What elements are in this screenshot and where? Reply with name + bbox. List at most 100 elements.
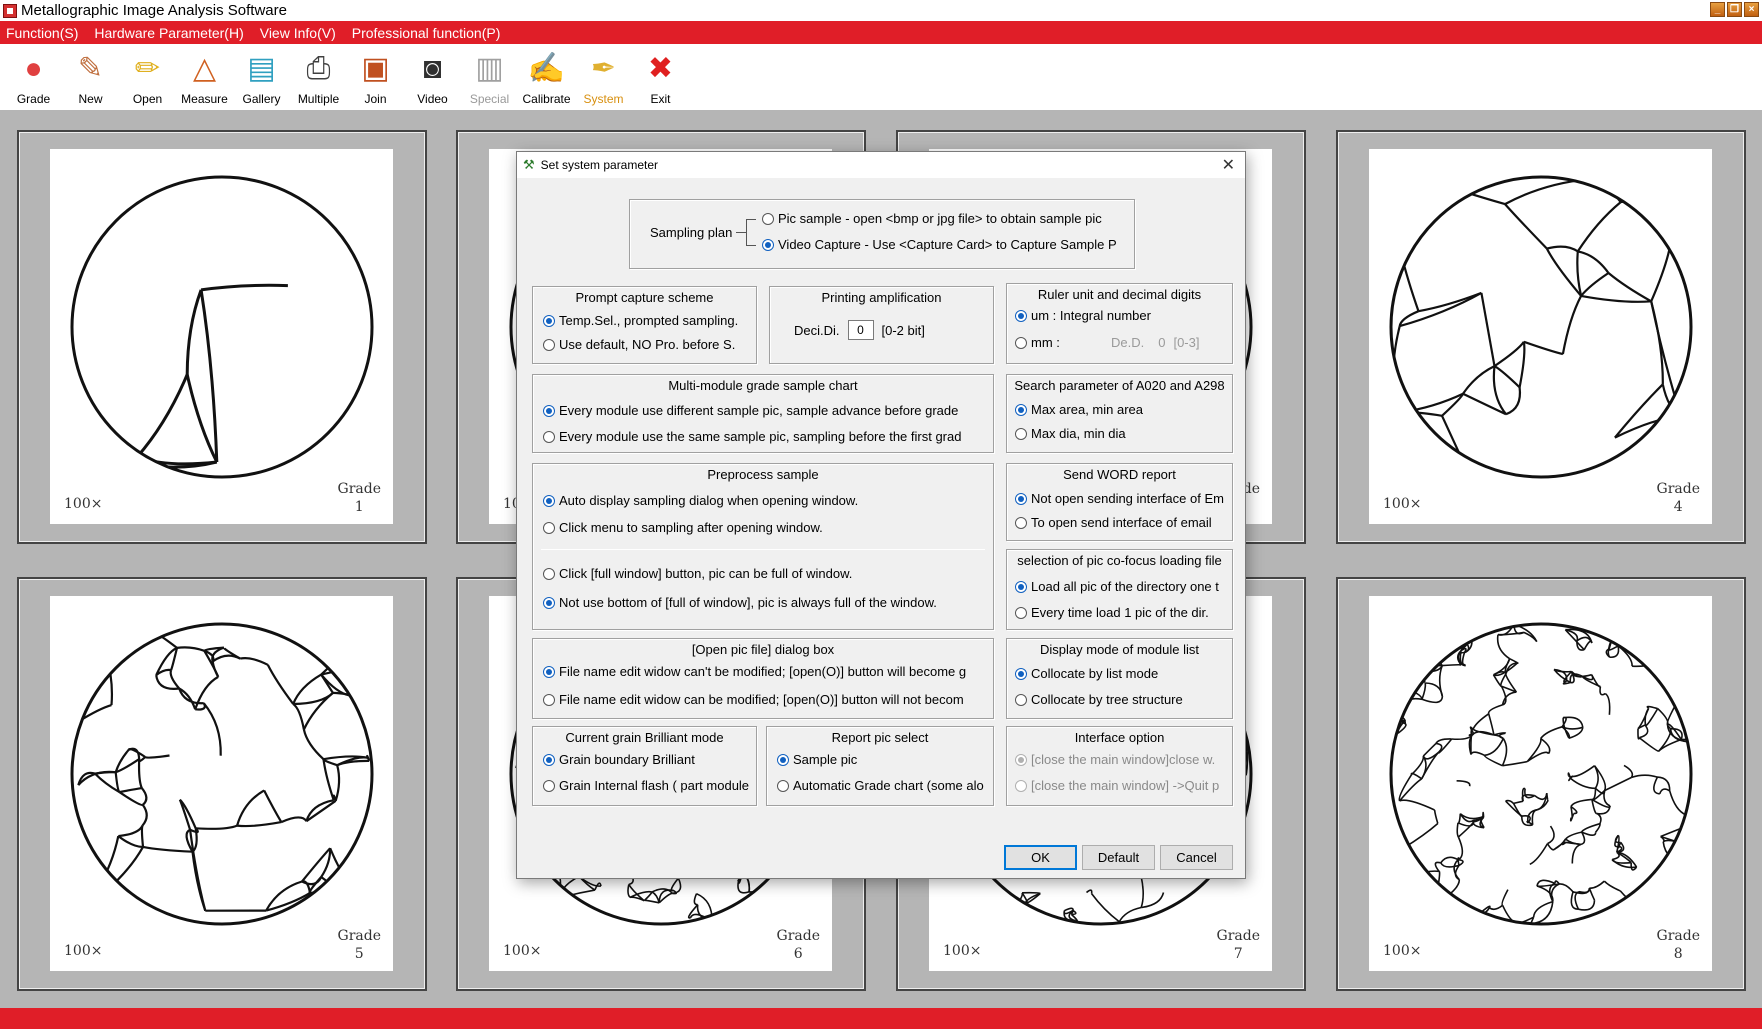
radio-button[interactable] xyxy=(543,338,555,351)
open-pic-option-cannot-modify[interactable]: File name edit widow can't be modified; … xyxy=(543,664,991,679)
menu-professional-function[interactable]: Professional function(P) xyxy=(352,25,501,41)
radio-button[interactable] xyxy=(543,314,555,327)
word-report-option-open[interactable]: To open send interface of email xyxy=(1015,515,1230,530)
radio-button[interactable] xyxy=(1015,753,1027,766)
prompt-option-default[interactable]: Use default, NO Pro. before S. xyxy=(543,337,753,352)
radio-button[interactable] xyxy=(543,430,555,443)
grade-word: Grade xyxy=(776,928,820,944)
de-d-input[interactable]: 0 xyxy=(1158,335,1165,350)
toolbar-button-grade[interactable]: ● Grade xyxy=(5,44,62,110)
multi-module-option-same[interactable]: Every module use the same sample pic, sa… xyxy=(543,429,991,444)
brilliant-option-boundary[interactable]: Grain boundary Brilliant xyxy=(543,752,755,767)
grain-boundary xyxy=(1614,383,1664,439)
default-button[interactable]: Default xyxy=(1082,845,1155,870)
radio-button[interactable] xyxy=(762,238,774,251)
cofocus-option-one[interactable]: Every time load 1 pic of the dir. xyxy=(1015,605,1230,620)
grain-boundary xyxy=(955,896,984,907)
radio-button[interactable] xyxy=(1015,309,1027,322)
sampling-option-video[interactable]: Video Capture - Use <Capture Card> to Ca… xyxy=(762,237,1132,252)
camera-icon: ◙ xyxy=(423,52,442,85)
grade-chart-tile[interactable]: 100× Grade 4 xyxy=(1336,130,1746,544)
radio-button[interactable] xyxy=(543,494,555,507)
grain-boundary xyxy=(1580,831,1586,846)
close-window-button[interactable]: × xyxy=(1744,2,1759,17)
prompt-option-temp[interactable]: Temp.Sel., prompted sampling. xyxy=(543,313,753,328)
radio-button[interactable] xyxy=(777,753,789,766)
toolbar-button-measure[interactable]: △ Measure xyxy=(176,44,233,110)
cancel-button[interactable]: Cancel xyxy=(1160,845,1233,870)
toolbar-button-calibrate[interactable]: ✍ Calibrate xyxy=(518,44,575,110)
menu-function[interactable]: Function(S) xyxy=(6,25,78,41)
grade-chart-tile[interactable]: 100× Grade 5 xyxy=(17,577,427,991)
preprocess-option-auto[interactable]: Auto display sampling dialog when openin… xyxy=(543,493,991,508)
grain-boundary xyxy=(1622,633,1630,637)
preprocess-option-always-full[interactable]: Not use bottom of [full of window], pic … xyxy=(543,595,991,610)
radio-button[interactable] xyxy=(543,567,555,580)
radio-button[interactable] xyxy=(543,404,555,417)
grain-boundary xyxy=(236,789,265,826)
grain-boundary xyxy=(1085,889,1093,894)
grade-chart-tile[interactable]: 100× Grade 8 xyxy=(1336,577,1746,991)
ruler-option-mm[interactable]: mm : De.D. 0 [0-3] xyxy=(1015,335,1230,350)
radio-button[interactable] xyxy=(543,596,555,609)
minimize-button[interactable]: _ xyxy=(1710,2,1725,17)
radio-button[interactable] xyxy=(543,753,555,766)
grain-boundary xyxy=(1458,905,1471,915)
radio-button[interactable] xyxy=(1015,779,1027,792)
report-pic-option-automatic[interactable]: Automatic Grade chart (some alo xyxy=(777,778,992,793)
ok-button[interactable]: OK xyxy=(1004,845,1077,870)
toolbar-button-video[interactable]: ◙ Video xyxy=(404,44,461,110)
grain-boundary xyxy=(202,702,222,756)
radio-button[interactable] xyxy=(1015,492,1027,505)
menu-view-info[interactable]: View Info(V) xyxy=(260,25,336,41)
toolbar-button-gallery[interactable]: ▤ Gallery xyxy=(233,44,290,110)
radio-button[interactable] xyxy=(762,212,774,225)
grade-chart-tile[interactable]: 100× Grade 1 xyxy=(17,130,427,544)
brilliant-mode-title: Current grain Brilliant mode xyxy=(565,730,724,745)
multi-module-option-different[interactable]: Every module use different sample pic, s… xyxy=(543,403,991,418)
search-option-area[interactable]: Max area, min area xyxy=(1015,402,1230,417)
radio-button[interactable] xyxy=(1015,693,1027,706)
radio-button[interactable] xyxy=(1015,606,1027,619)
grain-boundary xyxy=(1488,904,1504,911)
radio-button[interactable] xyxy=(1015,336,1027,349)
radio-button[interactable] xyxy=(1015,667,1027,680)
toolbar-button-exit[interactable]: ✖ Exit xyxy=(632,44,689,110)
display-mode-option-tree[interactable]: Collocate by tree structure xyxy=(1015,692,1230,707)
toolbar-button-new[interactable]: ✎ New xyxy=(62,44,119,110)
toolbar-button-join[interactable]: ▣ Join xyxy=(347,44,404,110)
ruler-option-um[interactable]: um : Integral number xyxy=(1015,308,1230,323)
menu-hardware-parameter[interactable]: Hardware Parameter(H) xyxy=(94,25,243,41)
toolbar-button-open[interactable]: ✏ Open xyxy=(119,44,176,110)
display-mode-option-list[interactable]: Collocate by list mode xyxy=(1015,666,1230,681)
radio-button[interactable] xyxy=(543,693,555,706)
radio-button[interactable] xyxy=(1015,516,1027,529)
grain-boundary xyxy=(1015,910,1023,915)
toolbar-button-special[interactable]: ▥ Special xyxy=(461,44,518,110)
toolbar-button-multiple[interactable]: ⎙ Multiple xyxy=(290,44,347,110)
deci-di-input[interactable]: 0 xyxy=(847,320,874,340)
preprocess-option-full-window[interactable]: Click [full window] button, pic can be f… xyxy=(543,566,991,581)
interface-option-quit[interactable]: [close the main window] ->Quit p xyxy=(1015,778,1230,793)
radio-button[interactable] xyxy=(543,665,555,678)
cofocus-option-all[interactable]: Load all pic of the directory one t xyxy=(1015,579,1230,594)
radio-button[interactable] xyxy=(543,779,555,792)
word-report-option-not-open[interactable]: Not open sending interface of Em xyxy=(1015,491,1230,506)
report-pic-option-sample[interactable]: Sample pic xyxy=(777,752,992,767)
grade-label: Grade 8 xyxy=(1657,927,1700,963)
open-pic-option-can-modify[interactable]: File name edit widow can be modified; [o… xyxy=(543,692,991,707)
preprocess-option-menu[interactable]: Click menu to sampling after opening win… xyxy=(543,520,991,535)
radio-button[interactable] xyxy=(1015,427,1027,440)
interface-option-close-window[interactable]: [close the main window]close w. xyxy=(1015,752,1230,767)
radio-button[interactable] xyxy=(1015,580,1027,593)
radio-button[interactable] xyxy=(1015,403,1027,416)
search-option-dia[interactable]: Max dia, min dia xyxy=(1015,426,1230,441)
toolbar-button-system[interactable]: ✒ System xyxy=(575,44,632,110)
dialog-close-icon[interactable]: ✕ xyxy=(1222,155,1235,175)
restore-button[interactable]: ❐ xyxy=(1727,2,1742,17)
grain-boundary xyxy=(117,835,144,849)
brilliant-option-internal[interactable]: Grain Internal flash ( part module xyxy=(543,778,755,793)
sampling-option-pic[interactable]: Pic sample - open <bmp or jpg file> to o… xyxy=(762,211,1132,226)
radio-button[interactable] xyxy=(777,779,789,792)
radio-button[interactable] xyxy=(543,521,555,534)
